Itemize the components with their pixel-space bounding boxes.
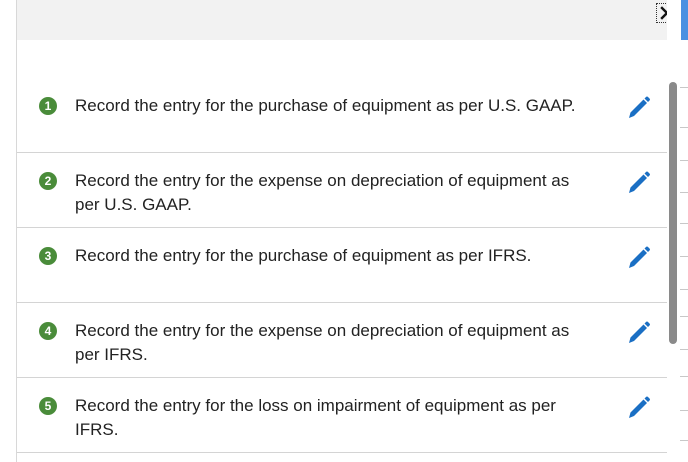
task-description: Record the entry for the loss on impairm… (75, 396, 556, 439)
step-number-badge: 3 (39, 247, 57, 265)
right-tick (680, 256, 688, 257)
task-description: Record the entry for the purchase of equ… (75, 96, 576, 115)
step-number-badge: 4 (39, 322, 57, 340)
step-number-badge: 2 (39, 172, 57, 190)
edit-button[interactable] (624, 319, 652, 347)
pencil-icon (629, 396, 650, 418)
right-tick (680, 316, 688, 317)
scrollbar-thumb[interactable] (669, 82, 677, 344)
edit-button[interactable] (624, 244, 652, 272)
task-list: 1 Record the entry for the purchase of e… (17, 78, 667, 453)
right-tick (680, 223, 688, 224)
right-tick (680, 349, 688, 350)
edit-button[interactable] (624, 169, 652, 197)
right-tick (680, 376, 688, 377)
right-tick (680, 160, 688, 161)
edit-button[interactable] (624, 394, 652, 422)
right-tick (680, 192, 688, 193)
task-item-5[interactable]: 5 Record the entry for the loss on impai… (17, 378, 667, 453)
right-tick (680, 87, 688, 88)
right-tick (680, 440, 688, 441)
task-description: Record the entry for the expense on depr… (75, 171, 570, 214)
task-description: Record the entry for the expense on depr… (75, 321, 570, 364)
task-item-1[interactable]: 1 Record the entry for the purchase of e… (17, 78, 667, 153)
pencil-icon (629, 246, 650, 268)
task-item-3[interactable]: 3 Record the entry for the purchase of e… (17, 228, 667, 303)
task-item-2[interactable]: 2 Record the entry for the expense on de… (17, 153, 667, 228)
pencil-icon (629, 96, 650, 118)
dialog-header: X (17, 0, 678, 40)
pencil-icon (629, 171, 650, 193)
step-number-badge: 1 (39, 97, 57, 115)
edit-button[interactable] (624, 94, 652, 122)
left-panel-edge (0, 0, 17, 462)
right-tick (680, 127, 688, 128)
task-description: Record the entry for the purchase of equ… (75, 246, 532, 265)
pencil-icon (629, 321, 650, 343)
right-accent-bar (681, 0, 688, 40)
task-item-4[interactable]: 4 Record the entry for the expense on de… (17, 303, 667, 378)
right-tick (680, 410, 688, 411)
right-tick (680, 289, 688, 290)
step-number-badge: 5 (39, 397, 57, 415)
